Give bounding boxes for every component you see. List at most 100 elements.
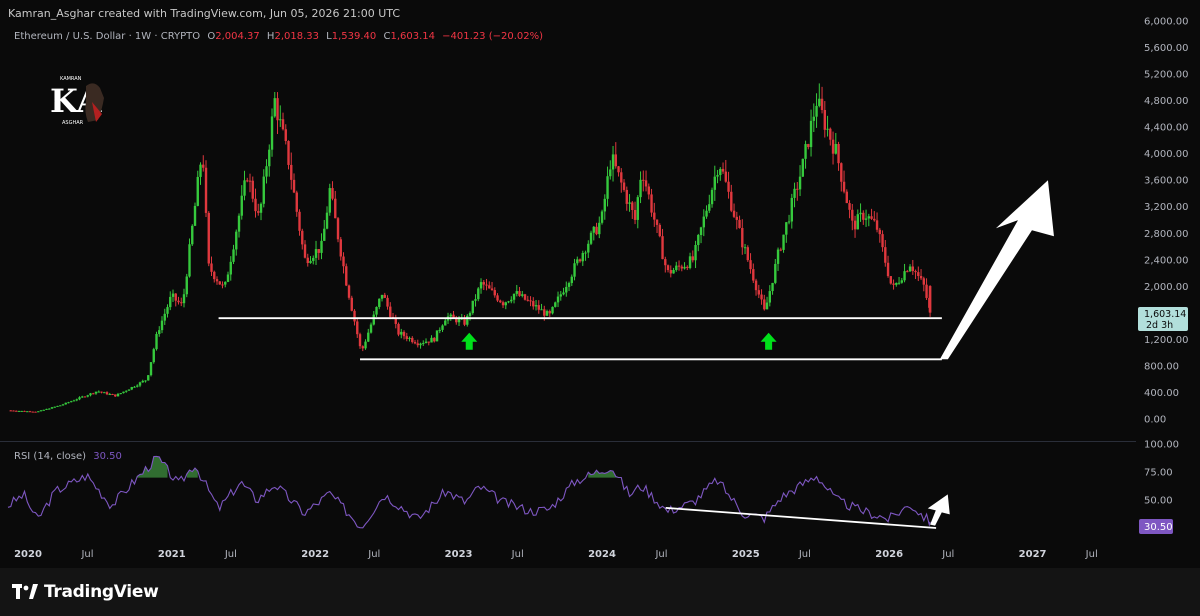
candle	[809, 120, 813, 148]
time-axis-label: Jul	[224, 549, 237, 560]
candle	[141, 380, 144, 383]
candle	[369, 324, 373, 333]
candle	[119, 393, 122, 395]
candle	[276, 98, 279, 121]
price-axis-label: 5,200.00	[1144, 70, 1189, 81]
candle	[42, 409, 45, 411]
candle	[829, 128, 832, 140]
candle	[603, 198, 606, 212]
candle	[474, 299, 477, 301]
candle	[334, 198, 337, 219]
candle	[749, 260, 752, 270]
candle	[147, 375, 150, 381]
candle	[433, 337, 436, 342]
candle	[793, 188, 796, 198]
candle	[578, 259, 582, 262]
candle	[523, 294, 527, 300]
candle	[279, 119, 282, 121]
candle	[567, 283, 571, 287]
candle	[834, 143, 838, 154]
candle	[367, 332, 370, 342]
candle	[378, 298, 381, 307]
candle	[482, 282, 485, 285]
price-axis-label: 3,600.00	[1144, 176, 1189, 187]
candle	[889, 276, 893, 284]
candle	[559, 294, 562, 297]
candle	[845, 191, 849, 204]
candle	[826, 128, 829, 130]
candle	[457, 318, 461, 323]
candle	[380, 294, 384, 299]
candle	[127, 389, 131, 391]
candle	[235, 231, 238, 250]
author-logo: KAMRAN KA ASGHAR	[48, 72, 110, 126]
candle	[468, 313, 472, 316]
candle	[152, 349, 155, 363]
candle	[515, 291, 518, 294]
candle	[719, 168, 722, 176]
candle	[837, 143, 840, 164]
rsi-legend-value: 30.50	[93, 451, 122, 462]
candle	[177, 300, 180, 303]
price-axis-label: 2,000.00	[1144, 282, 1189, 293]
chart-legend: Ethereum / U.S. Dollar · 1W · CRYPTO O2,…	[14, 31, 543, 42]
candle	[295, 192, 298, 212]
candle	[543, 309, 546, 316]
candle	[149, 362, 153, 376]
candle	[771, 282, 774, 292]
candle	[873, 218, 876, 221]
candle	[171, 293, 175, 297]
rsi-value-tag: 30.50	[1139, 519, 1173, 534]
candle	[257, 211, 260, 213]
candle	[133, 386, 136, 388]
open-label: O	[207, 31, 215, 42]
candle	[471, 300, 474, 314]
candle	[622, 182, 626, 190]
candle	[72, 400, 76, 402]
candle	[312, 257, 315, 261]
candle	[655, 219, 659, 225]
candle	[416, 343, 419, 346]
candle	[752, 269, 755, 281]
chart-area[interactable]: Kamran_Asghar created with TradingView.c…	[0, 0, 1200, 568]
candle	[625, 189, 628, 204]
candle	[358, 334, 362, 347]
candle	[763, 299, 766, 310]
candle	[636, 197, 639, 220]
candle	[895, 282, 898, 285]
price-axis-label: 2,400.00	[1144, 255, 1189, 266]
candle	[56, 405, 59, 407]
candle	[328, 188, 331, 213]
candle	[584, 252, 587, 254]
candle	[59, 405, 62, 407]
candle	[268, 149, 271, 167]
candle	[589, 232, 593, 244]
price-axis-label: 4,400.00	[1144, 123, 1189, 134]
candle	[100, 391, 103, 393]
candle	[248, 180, 252, 182]
candle	[702, 216, 705, 228]
candle	[686, 266, 689, 268]
candle	[856, 214, 860, 230]
candle	[430, 337, 433, 343]
price-axis-label: 4,800.00	[1144, 96, 1189, 107]
candle	[562, 292, 565, 295]
candle	[708, 204, 711, 211]
candle	[779, 249, 782, 251]
candle	[466, 315, 469, 325]
candle	[631, 202, 634, 211]
candle	[64, 402, 67, 405]
candle	[716, 175, 719, 177]
candle	[785, 222, 788, 235]
candle	[452, 314, 455, 318]
candle	[669, 270, 672, 274]
candle	[831, 139, 835, 154]
price-axis-label: 1,200.00	[1144, 335, 1189, 346]
candle	[496, 295, 499, 301]
candle	[768, 291, 771, 303]
candle	[534, 305, 538, 307]
candle	[81, 396, 84, 398]
tradingview-logo[interactable]: TradingView	[12, 582, 159, 602]
candle	[884, 247, 887, 263]
candle	[730, 191, 733, 211]
